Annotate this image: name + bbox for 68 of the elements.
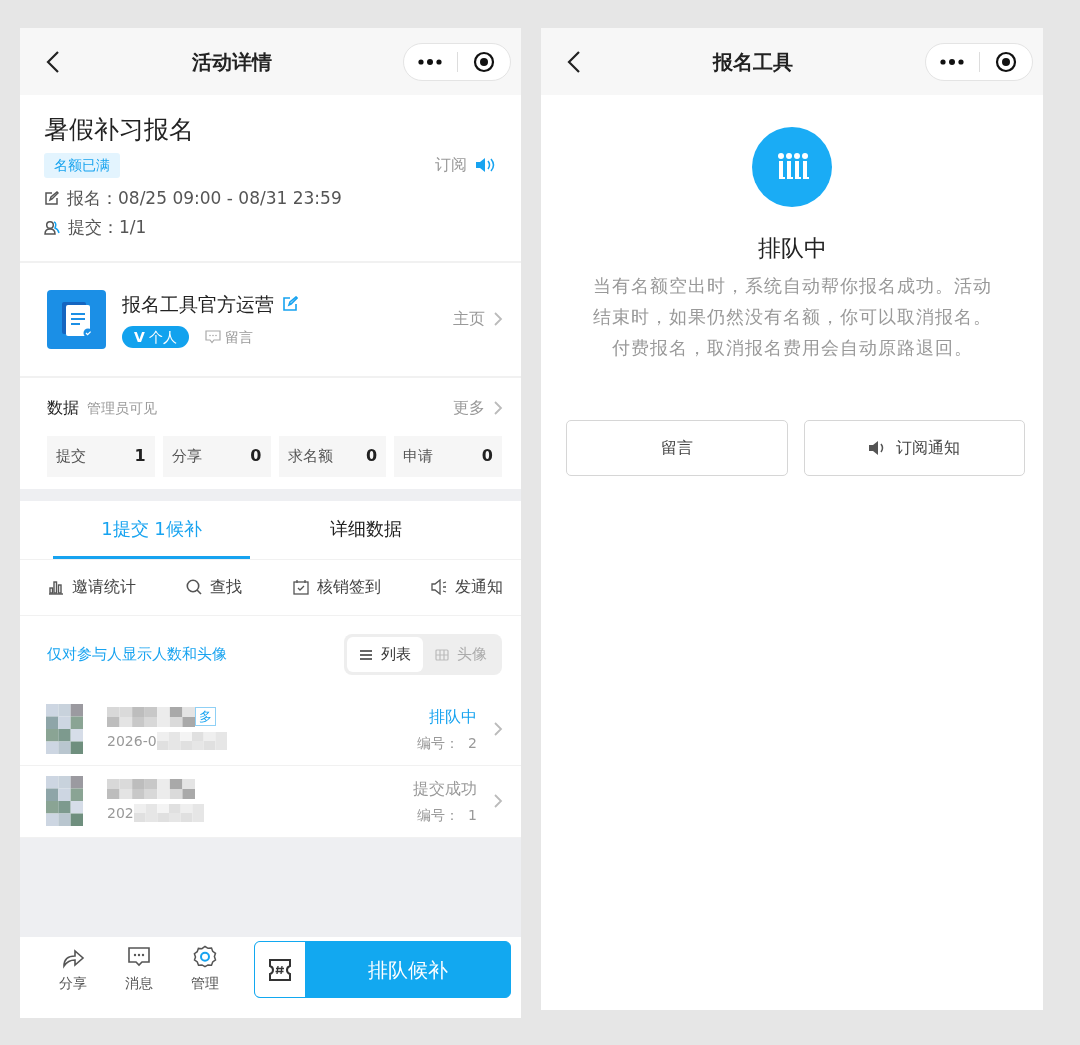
number-text: 编号： 2 (417, 733, 477, 753)
back-icon (567, 49, 581, 74)
verified-badge: V 个人 (122, 326, 190, 349)
page-title: 报名工具 (713, 48, 793, 76)
page-title: 活动详情 (191, 48, 272, 76)
chevron-right-icon (493, 794, 503, 808)
date-text: 202 (107, 803, 134, 823)
speaker-icon (475, 157, 497, 173)
date-text: 2026-0 (107, 731, 157, 751)
target-icon (472, 50, 495, 73)
chat-icon (127, 945, 151, 969)
stat-label: 分享 (171, 445, 202, 467)
status-tag: 名额已满 (44, 152, 120, 178)
checkbox-icon (292, 579, 309, 595)
toolbar-button[interactable]: 邀请统计 (48, 575, 136, 599)
status-title: 排队中 (757, 234, 827, 263)
action-button[interactable]: 留言 (566, 419, 788, 476)
toolbar-button[interactable]: 发通知 (431, 575, 503, 599)
bottom-action[interactable]: 管理 (180, 945, 230, 994)
visibility-note: 管理员可见 (87, 398, 157, 418)
notice-text: 仅对参与人显示人数和头像 (47, 644, 227, 666)
target-icon (994, 50, 1017, 73)
signup-time: 报名：08/25 09:00 - 08/31 23:59 (67, 186, 342, 210)
description: 当有名额空出时，系统自动帮你报名成功。活动结束时，如果仍然没有名额，你可以取消报名。付费报名，取消报名费用会自动原路退回。 (591, 273, 993, 360)
bottom-action[interactable]: 分享 (48, 945, 98, 994)
edit-icon (44, 190, 59, 206)
toolbar-button[interactable]: 查找 (186, 575, 243, 599)
people-icon (44, 220, 60, 236)
toolbar-button[interactable]: 核销签到 (292, 575, 381, 599)
speaker-icon (431, 579, 447, 595)
queue-people-icon (752, 127, 832, 207)
view-option[interactable]: 列表 (347, 637, 423, 672)
submit-count: 提交：1/1 (68, 216, 147, 239)
list-icon (359, 648, 373, 661)
status-text: 提交成功 (413, 777, 477, 800)
ticket-icon (267, 957, 293, 982)
stat-label: 申请 (403, 445, 434, 467)
activity-title: 暑假补习报名 (44, 114, 195, 146)
stat-value: 0 (250, 445, 262, 467)
chevron-right-icon (493, 400, 503, 415)
more-icon (418, 58, 443, 65)
blurred-date-drawing (133, 804, 204, 822)
grid-icon (435, 648, 449, 661)
blurred-date-drawing (156, 732, 227, 750)
back-icon (46, 49, 60, 74)
chat-icon (205, 330, 222, 345)
edit-icon (282, 296, 298, 312)
stat-value: 1 (134, 445, 146, 467)
chevron-right-icon (493, 312, 503, 326)
status-text: 排队中 (429, 705, 477, 728)
stat-label: 求名额 (287, 445, 333, 467)
organizer-name: 报名工具官方运营 (122, 291, 274, 317)
back-button[interactable] (46, 49, 60, 74)
search-icon (186, 579, 203, 595)
tag: 多 (195, 707, 216, 726)
action-button[interactable]: 订阅通知 (803, 419, 1025, 476)
bar-chart-icon (48, 579, 64, 595)
stat-label: 提交 (56, 445, 86, 467)
more-icon (940, 58, 965, 65)
stat-value: 0 (366, 445, 378, 467)
settings-icon (193, 945, 217, 969)
back-button[interactable] (567, 49, 581, 74)
stat-value: 0 (481, 445, 493, 467)
number-text: 编号： 1 (417, 805, 477, 825)
chevron-right-icon (493, 722, 503, 736)
section-title: 数据 (47, 396, 79, 419)
tab[interactable]: 详细数据 (267, 500, 464, 559)
bottom-action[interactable]: 消息 (114, 945, 164, 994)
